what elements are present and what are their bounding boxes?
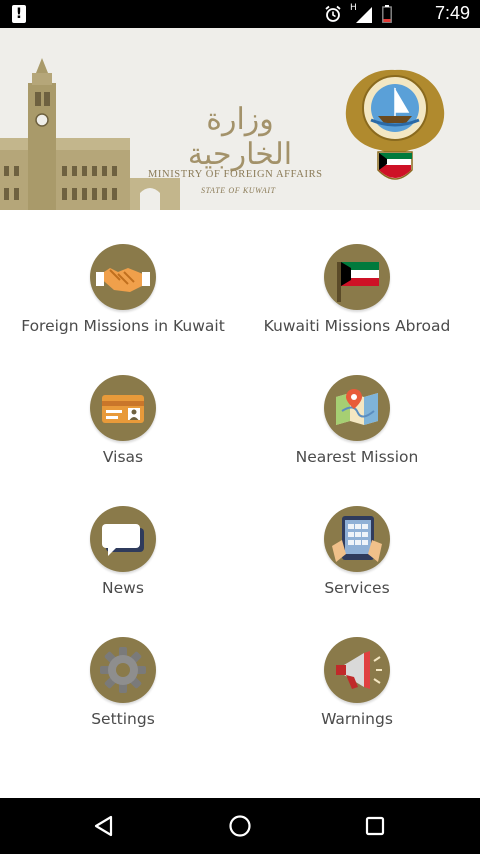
battery-icon — [382, 5, 392, 23]
visa-card-icon — [90, 375, 156, 441]
alert-icon — [12, 5, 26, 23]
clock: 7:49 — [434, 3, 470, 23]
back-icon[interactable] — [89, 812, 119, 840]
handshake-icon — [90, 244, 156, 310]
menu-label: Visas — [102, 448, 144, 466]
menu-warnings[interactable]: Warnings — [237, 637, 477, 757]
menu-label: Settings — [91, 710, 155, 728]
menu-services[interactable]: Services — [237, 506, 477, 626]
alarm-icon — [325, 5, 341, 22]
navigation-bar — [0, 798, 480, 854]
header-banner: وزارة الخارجية MINISTRY OF FOREIGN AFFAI… — [0, 28, 480, 210]
signal-icon: H — [350, 3, 374, 23]
state-name-english: STATE OF KUWAIT — [201, 186, 276, 195]
menu-label: News — [102, 579, 144, 597]
ministry-name-english: MINISTRY OF FOREIGN AFFAIRS — [148, 169, 323, 180]
menu-label: Warnings — [321, 710, 393, 728]
megaphone-icon — [324, 637, 390, 703]
menu-visas[interactable]: Visas — [3, 375, 243, 495]
menu-label: Foreign Missions in Kuwait — [21, 317, 225, 335]
menu-settings[interactable]: Settings — [3, 637, 243, 757]
kuwait-flag-icon — [324, 244, 390, 310]
recent-apps-icon[interactable] — [360, 812, 390, 840]
menu-label: Services — [324, 579, 390, 597]
map-pin-icon — [324, 375, 390, 441]
gear-icon — [90, 637, 156, 703]
status-bar: H 7:49 — [0, 0, 480, 28]
menu-nearest-mission[interactable]: Nearest Mission — [237, 375, 477, 495]
tablet-icon — [324, 506, 390, 572]
home-icon[interactable] — [225, 812, 255, 840]
ministry-name-arabic: وزارة الخارجية — [187, 102, 293, 172]
menu-label: Kuwaiti Missions Abroad — [263, 317, 451, 335]
menu-foreign-missions-in-kuwait[interactable]: Foreign Missions in Kuwait — [3, 244, 243, 364]
kuwait-emblem-logo — [345, 69, 445, 180]
status-icons: H — [324, 3, 392, 23]
menu-news[interactable]: News — [3, 506, 243, 626]
chat-bubbles-icon — [90, 506, 156, 572]
menu-label: Nearest Mission — [295, 448, 419, 466]
menu-kuwaiti-missions-abroad[interactable]: Kuwaiti Missions Abroad — [237, 244, 477, 364]
